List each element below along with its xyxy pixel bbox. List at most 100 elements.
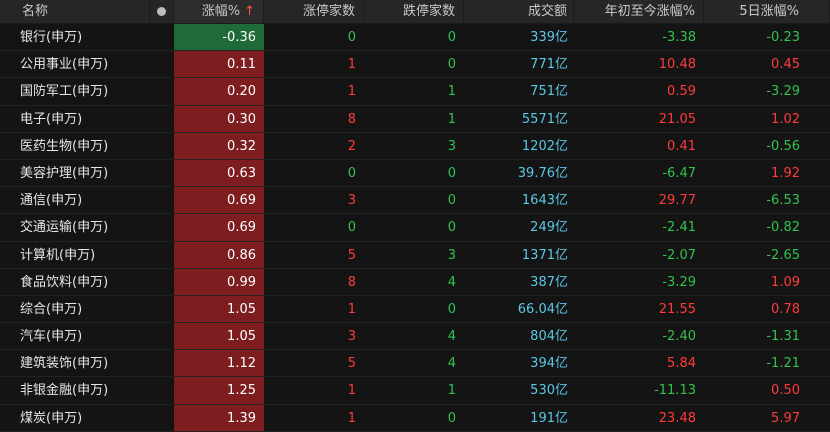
table-row[interactable]: 煤炭(申万) 1.39 1 0 191亿 23.48 5.97 [0,404,830,432]
table-row[interactable]: 医药生物(申万) 0.32 2 3 1202亿 0.41 -0.56 [0,132,830,160]
row-change: 1.12 [174,350,264,377]
col-header-change[interactable]: 涨幅% ↑ [174,0,264,23]
row-volume: 191亿 [530,410,568,426]
row-limit-down: 1 [447,84,456,100]
row-ytd: 23.48 [658,410,696,426]
row-five-day: 0.45 [771,57,800,73]
row-change: 0.63 [174,159,264,187]
row-marker [150,160,174,186]
row-volume: 771亿 [530,57,568,73]
row-change: 1.05 [174,323,264,350]
row-limit-up: 8 [347,111,356,127]
row-marker [150,350,174,376]
table-row[interactable]: 通信(申万) 0.69 3 0 1643亿 29.77 -6.53 [0,187,830,215]
table-header: 名称 涨幅% ↑ 涨停家数 跌停家数 成交额 年初至今涨幅% 5日涨幅% [0,0,830,24]
row-name: 交通运输(申万) [20,220,109,236]
row-name: 食品饮料(申万) [20,274,109,290]
row-name: 汽车(申万) [20,329,83,345]
row-change: 0.32 [174,132,264,159]
row-marker [150,78,174,104]
row-limit-down: 0 [447,220,456,236]
row-name: 计算机(申万) [20,247,96,263]
row-volume: 66.04亿 [517,301,568,317]
table-row[interactable]: 综合(申万) 1.05 1 0 66.04亿 21.55 0.78 [0,295,830,324]
row-limit-up: 1 [347,383,356,399]
row-limit-up: 0 [347,220,356,236]
table-row[interactable]: 非银金融(申万) 1.25 1 1 530亿 -11.13 0.50 [0,377,830,405]
row-ytd: -3.38 [662,30,696,45]
col-header-five-day[interactable]: 5日涨幅% [704,0,830,23]
row-ytd: 5.84 [667,356,696,372]
row-volume: 530亿 [530,383,568,399]
row-marker [150,133,174,159]
row-name: 国防军工(申万) [20,84,109,100]
row-volume: 394亿 [530,356,568,372]
col-header-limit-down[interactable]: 跌停家数 [364,0,464,23]
row-limit-down: 0 [447,57,456,73]
row-marker [150,187,174,213]
row-five-day: 1.09 [771,274,800,290]
table-row[interactable]: 公用事业(申万) 0.11 1 0 771亿 10.48 0.45 [0,51,830,79]
row-change: 0.30 [174,105,264,132]
table-row[interactable]: 食品饮料(申万) 0.99 8 4 387亿 -3.29 1.09 [0,268,830,296]
row-marker [150,24,174,50]
row-five-day: -0.82 [766,220,800,236]
row-limit-down: 4 [447,274,456,290]
row-limit-up: 2 [347,138,356,154]
row-name: 通信(申万) [20,193,83,209]
row-five-day: 5.97 [771,410,800,426]
row-ytd: 21.05 [658,111,696,127]
col-header-limit-up[interactable]: 涨停家数 [264,0,364,23]
row-limit-down: 1 [447,111,456,127]
col-header-ytd[interactable]: 年初至今涨幅% [574,0,704,23]
table-row[interactable]: 美容护理(申万) 0.63 0 0 39.76亿 -6.47 1.92 [0,159,830,188]
row-marker [150,405,174,431]
row-five-day: -0.56 [766,138,800,154]
row-name: 综合(申万) [20,301,83,317]
row-limit-down: 3 [447,138,456,154]
row-limit-down: 0 [447,410,456,426]
row-volume: 1202亿 [521,138,568,154]
table-row[interactable]: 建筑装饰(申万) 1.12 5 4 394亿 5.84 -1.21 [0,350,830,378]
col-header-limit-down-label: 跌停家数 [402,4,455,19]
col-header-name[interactable]: 名称 [0,0,150,23]
row-volume: 249亿 [530,220,568,236]
row-ytd: -2.07 [662,247,696,263]
row-name: 电子(申万) [20,111,83,127]
row-five-day: -3.29 [766,84,800,100]
row-volume: 1643亿 [521,193,568,209]
row-ytd: 10.48 [658,57,696,73]
row-change: 0.86 [174,241,264,268]
row-marker [150,51,174,77]
row-marker [150,323,174,349]
row-limit-up: 3 [347,329,356,345]
table-row[interactable]: 国防军工(申万) 0.20 1 1 751亿 0.59 -3.29 [0,78,830,106]
col-header-marker[interactable] [150,0,174,23]
col-header-volume[interactable]: 成交额 [464,0,574,23]
row-volume: 751亿 [530,84,568,100]
row-name: 美容护理(申万) [20,165,109,181]
row-limit-down: 0 [447,301,456,317]
row-limit-up: 8 [347,274,356,290]
row-marker [150,242,174,268]
row-five-day: 0.78 [771,301,800,317]
row-five-day: -6.53 [766,193,800,209]
row-limit-down: 4 [447,329,456,345]
row-limit-down: 1 [447,383,456,399]
table-row[interactable]: 交通运输(申万) 0.69 0 0 249亿 -2.41 -0.82 [0,214,830,242]
row-change: 0.69 [174,187,264,214]
row-ytd: 0.41 [667,138,696,154]
row-change: 1.39 [174,404,264,431]
row-marker [150,214,174,240]
table-row[interactable]: 电子(申万) 0.30 8 1 5571亿 21.05 1.02 [0,105,830,133]
row-change: 0.11 [174,51,264,78]
table-row[interactable]: 银行(申万) -0.36 0 0 339亿 -3.38 -0.23 [0,24,830,52]
row-five-day: 0.50 [771,383,800,399]
table-row[interactable]: 计算机(申万) 0.86 5 3 1371亿 -2.07 -2.65 [0,241,830,269]
col-header-ytd-label: 年初至今涨幅% [604,4,695,19]
row-change: -0.36 [174,24,264,51]
row-limit-down: 0 [447,30,456,45]
row-name: 建筑装饰(申万) [20,356,109,372]
table-row[interactable]: 汽车(申万) 1.05 3 4 804亿 -2.40 -1.31 [0,323,830,351]
row-five-day: -2.65 [766,247,800,263]
